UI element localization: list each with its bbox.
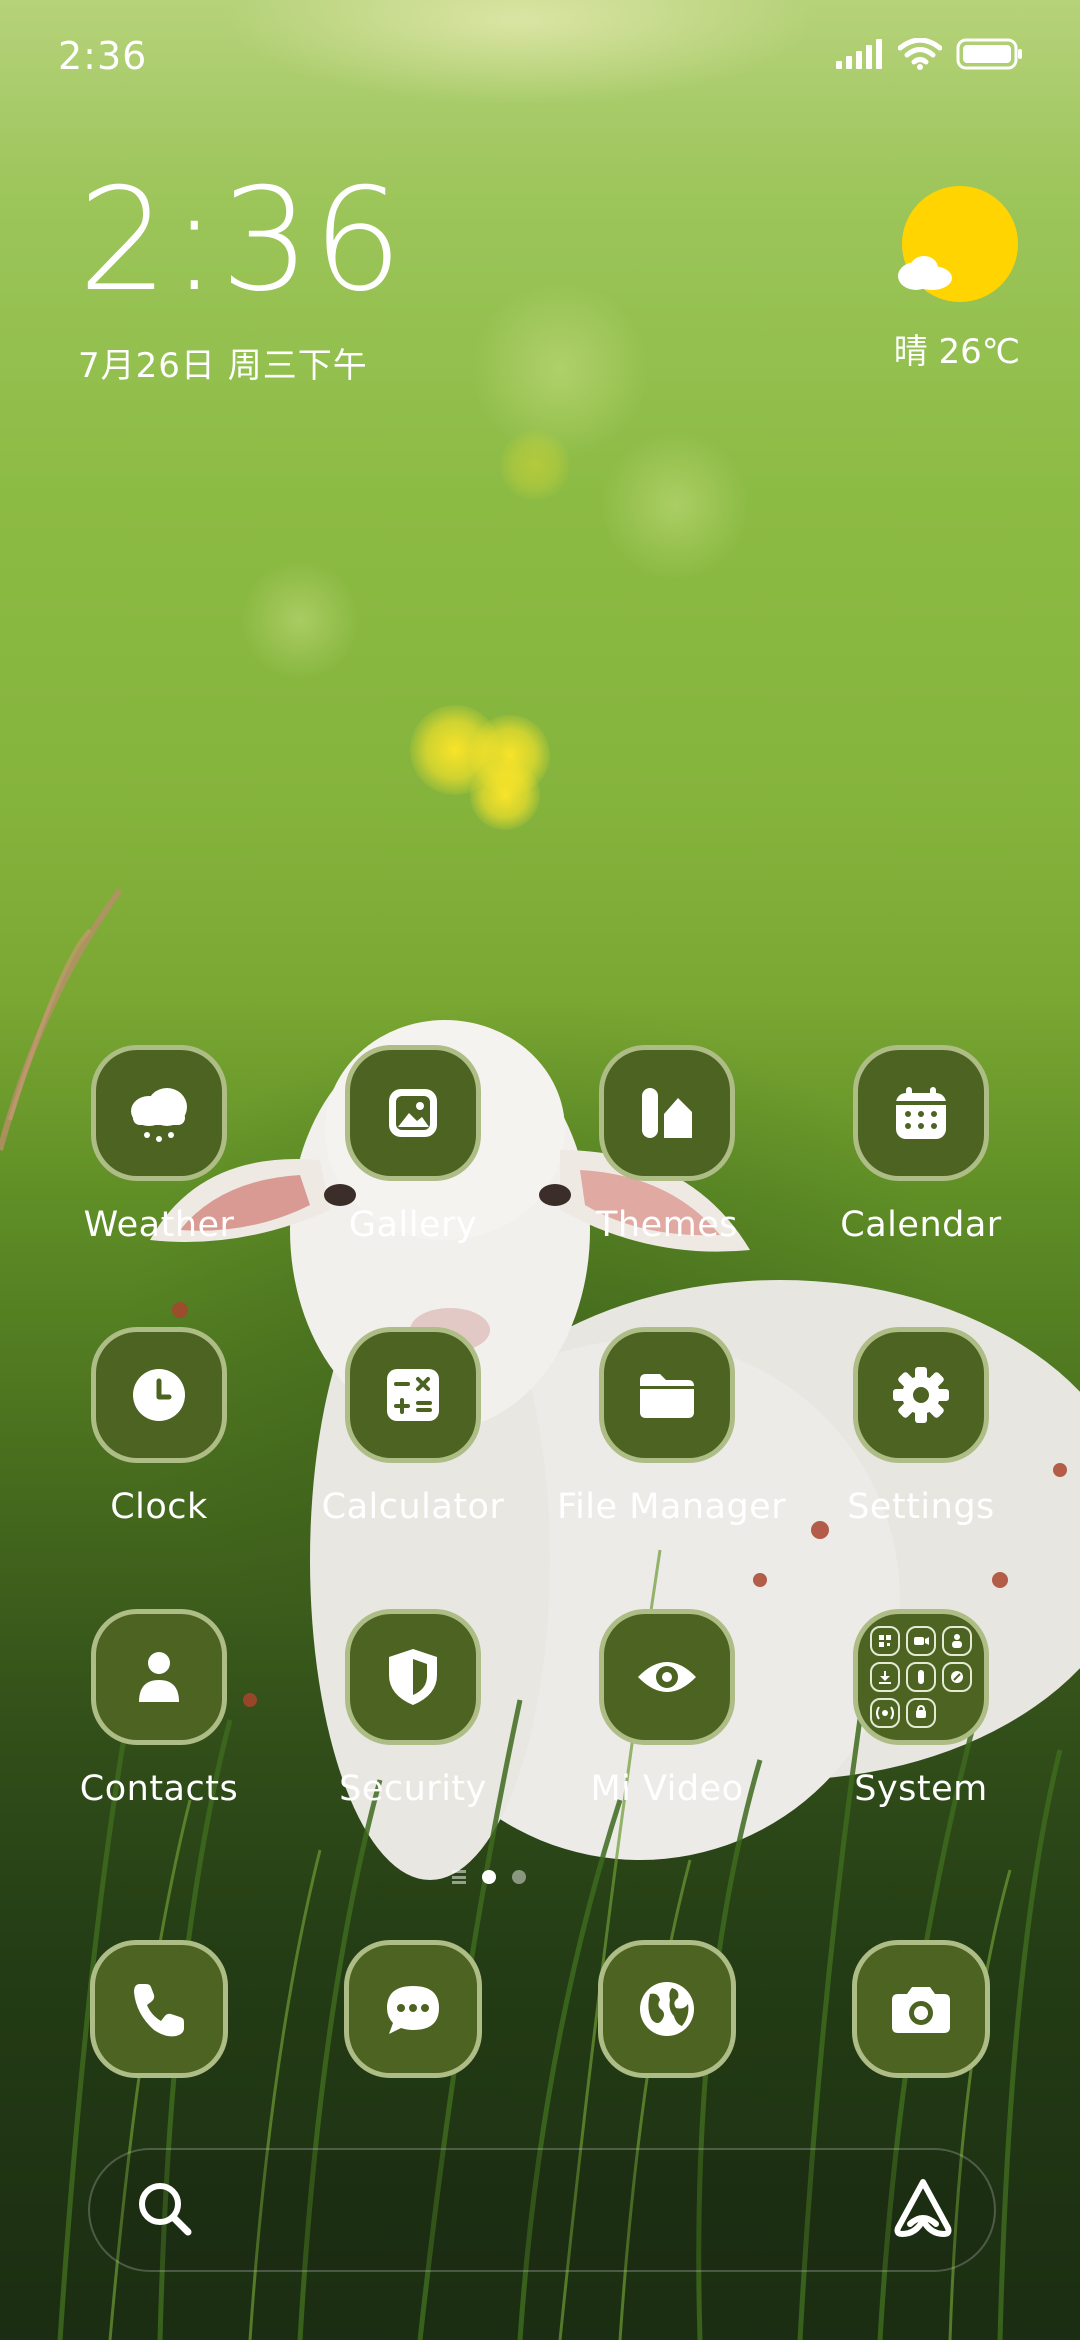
- camera-icon: [892, 1987, 950, 2033]
- app-gallery[interactable]: Gallery: [303, 1045, 523, 1275]
- app-label: Weather: [83, 1205, 235, 1245]
- shield-icon: [389, 1649, 437, 1705]
- app-settings[interactable]: Settings: [811, 1327, 1031, 1557]
- app-label: Settings: [847, 1487, 995, 1527]
- mi-video-app-icon-box: [599, 1609, 735, 1745]
- weather-app-icon-box: [91, 1045, 227, 1181]
- battery-icon: [956, 38, 1022, 70]
- camera-app-icon-box: [852, 1940, 990, 2078]
- search-button[interactable]: [134, 2178, 196, 2244]
- dock-phone[interactable]: [49, 1940, 269, 2170]
- dock-camera[interactable]: [811, 1940, 1031, 2170]
- page-list-icon[interactable]: [452, 1870, 466, 1884]
- dock-messages[interactable]: [303, 1940, 523, 2170]
- page-indicator[interactable]: [452, 1870, 526, 1884]
- app-label: Themes: [596, 1205, 738, 1245]
- app-themes[interactable]: Themes: [557, 1045, 777, 1275]
- settings-app-icon-box: [853, 1327, 989, 1463]
- app-label: Contacts: [79, 1769, 239, 1809]
- app-system-folder[interactable]: System: [811, 1609, 1031, 1839]
- security-app-icon-box: [345, 1609, 481, 1745]
- contacts-app-icon-box: [91, 1609, 227, 1745]
- calendar-icon: [896, 1087, 946, 1139]
- clock-widget-time: 2:36: [78, 158, 405, 323]
- browser-globe-icon: [640, 1982, 694, 2036]
- weather-condition-temp: 晴 26℃: [893, 332, 1020, 372]
- status-time: 2:36: [58, 34, 148, 78]
- app-security[interactable]: Security: [303, 1609, 523, 1839]
- messages-app-icon-box: [344, 1940, 482, 2078]
- app-label: File Manager: [557, 1487, 787, 1527]
- clock-icon: [133, 1369, 185, 1421]
- gear-icon: [893, 1367, 949, 1423]
- gallery-image-icon: [389, 1089, 437, 1137]
- weather-cloud-icon: [131, 1088, 187, 1142]
- message-icon: [387, 1986, 439, 2034]
- app-label: Mi Video: [590, 1769, 744, 1809]
- app-mi-video[interactable]: Mi Video: [557, 1609, 777, 1839]
- app-label: Calendar: [840, 1205, 1002, 1245]
- app-label: System: [854, 1769, 988, 1809]
- clock-app-icon-box: [91, 1327, 227, 1463]
- app-weather[interactable]: Weather: [49, 1045, 269, 1275]
- dock-browser[interactable]: [557, 1940, 777, 2170]
- status-bar: 2:36: [0, 0, 1080, 110]
- cloud-icon: [898, 256, 952, 290]
- calculator-app-icon-box: [345, 1327, 481, 1463]
- folder-icon: [640, 1374, 694, 1418]
- themes-app-icon-box: [599, 1045, 735, 1181]
- app-clock[interactable]: Clock: [49, 1327, 269, 1557]
- app-contacts[interactable]: Contacts: [49, 1609, 269, 1839]
- app-label: Security: [339, 1769, 487, 1809]
- system-folder-icon-box: [853, 1609, 989, 1745]
- calendar-app-icon-box: [853, 1045, 989, 1181]
- app-file-manager[interactable]: File Manager: [557, 1327, 787, 1557]
- app-label: Clock: [110, 1487, 208, 1527]
- page-dot[interactable]: [512, 1870, 526, 1884]
- file-manager-app-icon-box: [599, 1327, 735, 1463]
- app-label: Calculator: [321, 1487, 505, 1527]
- signal-icon: [836, 39, 882, 69]
- clock-widget[interactable]: 2:36 7月26日 周三下午: [78, 170, 405, 387]
- calculator-icon: [387, 1369, 439, 1421]
- page-dot-active[interactable]: [482, 1870, 496, 1884]
- phone-app-icon-box: [90, 1940, 228, 2078]
- assistant-icon: [894, 2179, 952, 2237]
- wifi-icon: [898, 38, 942, 70]
- app-calculator[interactable]: Calculator: [303, 1327, 523, 1557]
- search-bar[interactable]: [88, 2148, 996, 2272]
- person-icon: [139, 1652, 179, 1702]
- status-icons: [836, 38, 1024, 70]
- phone-icon: [134, 1984, 184, 2037]
- app-label: Gallery: [348, 1205, 478, 1245]
- clock-widget-date: 7月26日 周三下午: [78, 346, 368, 386]
- search-icon: [139, 2183, 192, 2236]
- themes-brush-icon: [642, 1088, 692, 1138]
- assistant-button[interactable]: [890, 2176, 956, 2246]
- folder-grid-icon: [870, 1626, 972, 1728]
- app-calendar[interactable]: Calendar: [811, 1045, 1031, 1275]
- browser-app-icon-box: [598, 1940, 736, 2078]
- eye-icon: [638, 1662, 696, 1692]
- gallery-app-icon-box: [345, 1045, 481, 1181]
- home-screen: 2:36 2:36 7月26日 周三下午 晴 26℃ Weather Galle…: [0, 0, 1080, 2340]
- weather-widget[interactable]: 晴 26℃: [880, 186, 1020, 376]
